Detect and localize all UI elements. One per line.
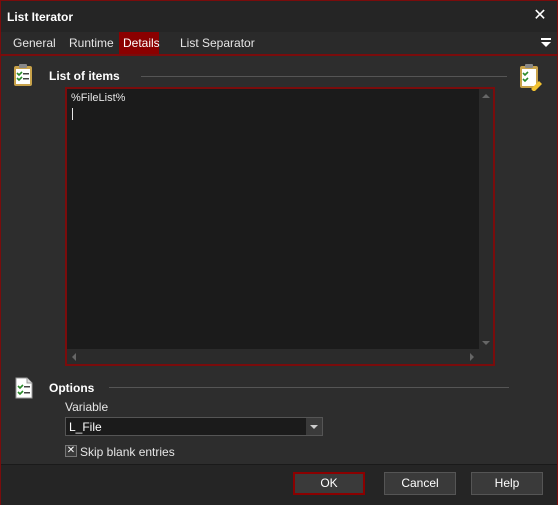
text-caret: [72, 108, 73, 120]
close-icon[interactable]: ✕: [531, 7, 549, 25]
section-divider: [141, 76, 507, 77]
scroll-corner: [479, 349, 493, 364]
ok-button[interactable]: OK: [293, 472, 365, 495]
help-button[interactable]: Help: [471, 472, 543, 495]
clipboard-checklist-icon: [13, 63, 33, 87]
scroll-up-icon[interactable]: [482, 94, 490, 98]
dialog-window: List Iterator ✕ General Runtime Details …: [0, 0, 558, 505]
vertical-scrollbar[interactable]: [479, 89, 493, 350]
variable-value: L_File: [69, 420, 102, 434]
options-section-title: Options: [49, 381, 95, 395]
scroll-down-icon[interactable]: [482, 341, 490, 345]
clipboard-edit-icon[interactable]: [519, 63, 543, 92]
section-divider: [109, 387, 509, 388]
dialog-footer: OK Cancel Help: [1, 464, 557, 505]
skip-blank-checkbox[interactable]: ✕: [65, 445, 77, 457]
list-section-title: List of items: [49, 69, 120, 83]
scroll-left-icon[interactable]: [72, 353, 76, 361]
tab-runtime[interactable]: Runtime: [63, 32, 120, 54]
horizontal-scrollbar[interactable]: [67, 349, 479, 364]
skip-blank-label[interactable]: Skip blank entries: [80, 445, 175, 459]
cancel-button[interactable]: Cancel: [384, 472, 456, 495]
tab-menu-icon[interactable]: [540, 35, 552, 49]
tab-bar: General Runtime Details List Separator: [1, 32, 557, 56]
list-items-textarea[interactable]: %FileList%: [65, 87, 495, 366]
tab-list-separator[interactable]: List Separator: [174, 32, 261, 54]
document-checklist-icon: [15, 377, 33, 399]
chevron-down-icon[interactable]: [306, 418, 322, 435]
tab-details[interactable]: Details: [119, 32, 160, 54]
list-items-text: %FileList%: [71, 92, 126, 104]
window-title: List Iterator: [7, 10, 74, 24]
title-bar: List Iterator ✕: [1, 1, 557, 32]
tab-general[interactable]: General: [7, 32, 62, 54]
scroll-right-icon[interactable]: [470, 353, 474, 361]
variable-label: Variable: [65, 400, 109, 414]
variable-select[interactable]: L_File: [65, 417, 323, 436]
